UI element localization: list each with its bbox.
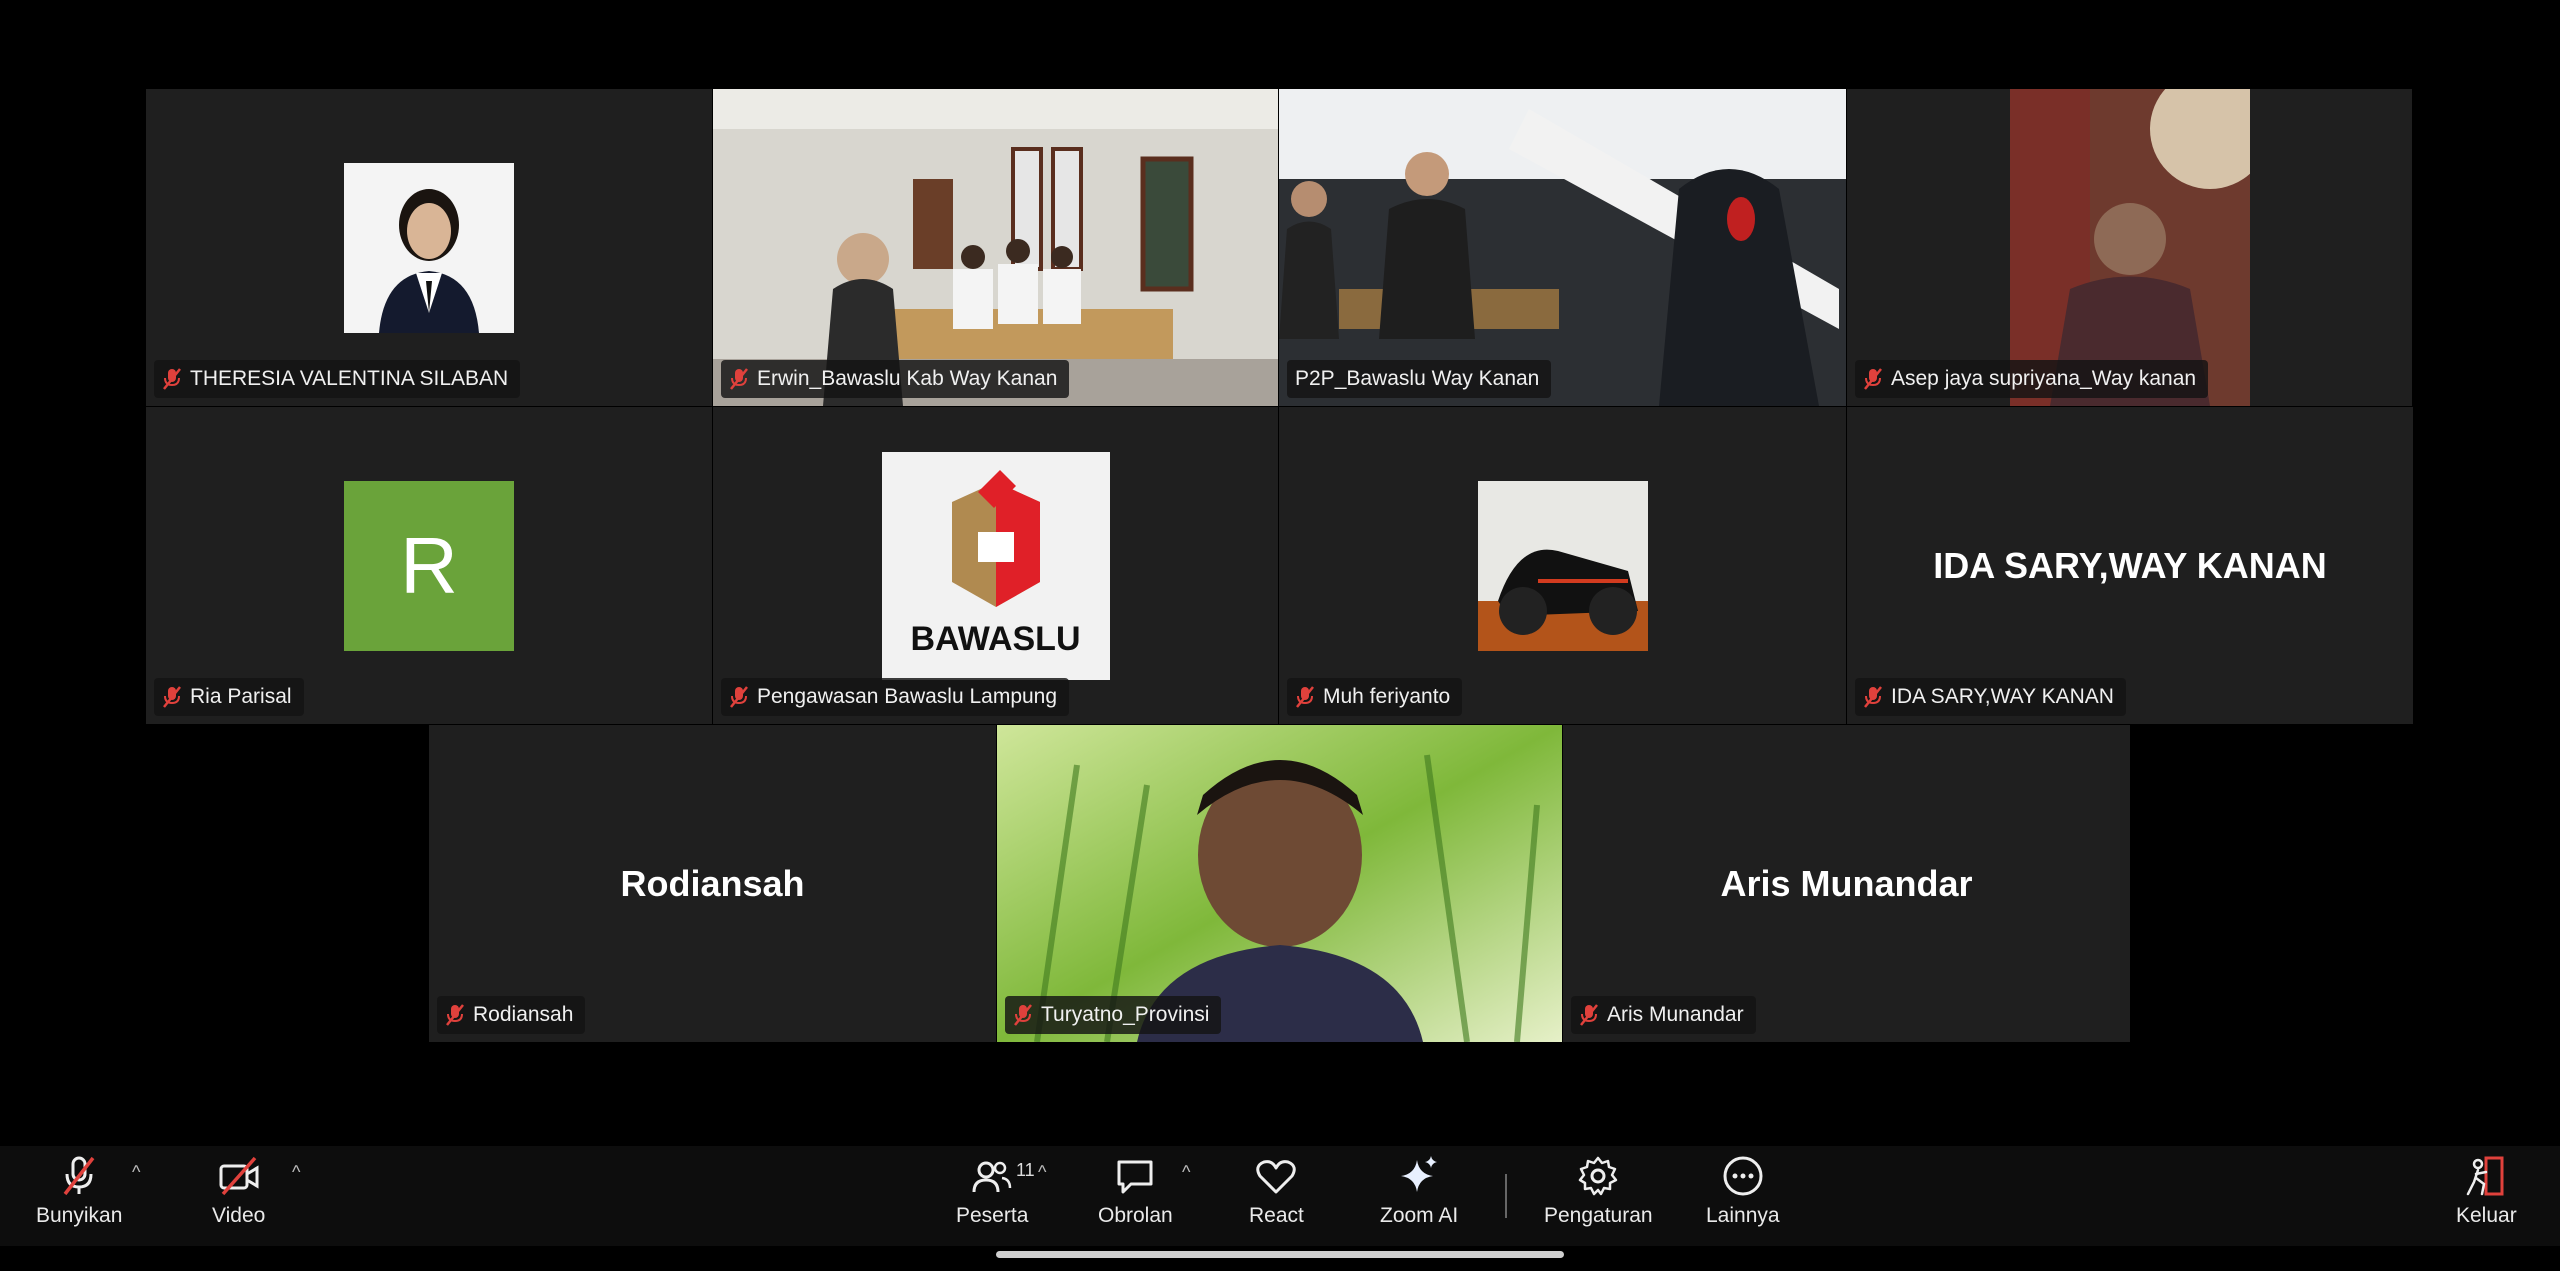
display-name: IDA SARY,WAY KANAN: [1933, 544, 2327, 586]
react-button[interactable]: React: [1249, 1154, 1304, 1228]
name-tag: IDA SARY,WAY KANAN: [1855, 678, 2126, 716]
toolbar-divider: [1505, 1174, 1507, 1218]
participant-video: [1279, 89, 1846, 406]
participant-name: Asep jaya supriyana_Way kanan: [1891, 367, 2197, 390]
participant-name: Muh feriyanto: [1323, 685, 1451, 708]
participant-name: Turyatno_Provinsi: [1041, 1003, 1210, 1026]
audio-options-chevron-icon[interactable]: ^: [132, 1162, 140, 1183]
participant-tile-p2p[interactable]: P2P_Bawaslu Way Kanan: [1279, 89, 1846, 406]
leave-button[interactable]: Keluar: [2456, 1154, 2517, 1228]
muted-mic-icon: [1014, 1004, 1032, 1026]
muted-mic-icon: [730, 368, 748, 390]
mic-off-icon: [63, 1156, 95, 1196]
participants-label: Peserta: [956, 1204, 1029, 1227]
name-tag: P2P_Bawaslu Way Kanan: [1287, 360, 1552, 398]
settings-button[interactable]: Pengaturan: [1544, 1154, 1653, 1228]
participant-tile-theresia[interactable]: THERESIA VALENTINA SILABAN: [146, 89, 712, 406]
participants-count: 11: [1016, 1160, 1035, 1180]
participant-name: Pengawasan Bawaslu Lampung: [757, 685, 1058, 708]
name-tag: Turyatno_Provinsi: [1005, 996, 1222, 1034]
muted-mic-icon: [1864, 368, 1882, 390]
muted-mic-icon: [730, 686, 748, 708]
participants-icon: [972, 1161, 1012, 1193]
name-tag: Erwin_Bawaslu Kab Way Kanan: [721, 360, 1070, 398]
meeting-toolbar: Bunyikan ^ Video ^ Peserta 11 ^ Obrolan …: [0, 1146, 2560, 1246]
sparkle-icon: [1401, 1156, 1438, 1192]
chat-button[interactable]: Obrolan: [1098, 1154, 1173, 1228]
more-icon: [1723, 1156, 1763, 1196]
leave-label: Keluar: [2456, 1204, 2517, 1227]
unmute-button[interactable]: Bunyikan: [36, 1154, 122, 1228]
display-name: Aris Munandar: [1720, 862, 1973, 904]
participant-name: Ria Parisal: [190, 685, 292, 708]
name-tag: Aris Munandar: [1571, 996, 1756, 1034]
muted-mic-icon: [163, 686, 181, 708]
muted-mic-icon: [1864, 686, 1882, 708]
display-name: Rodiansah: [620, 862, 805, 904]
chat-label: Obrolan: [1098, 1204, 1173, 1227]
bawaslu-logo-icon: [951, 469, 1040, 607]
name-tag: Asep jaya supriyana_Way kanan: [1855, 360, 2209, 398]
participant-video: [713, 89, 1278, 406]
more-label: Lainnya: [1706, 1204, 1780, 1227]
participant-photo: [1477, 480, 1648, 651]
name-tag: Rodiansah: [437, 996, 586, 1034]
initial-avatar: R: [344, 480, 514, 651]
participant-video: [2010, 89, 2250, 406]
video-label: Video: [212, 1204, 266, 1227]
avatar-initial: R: [400, 520, 458, 610]
participant-tile-rodiansah[interactable]: Rodiansah Rodiansah: [429, 725, 996, 1042]
participant-name: IDA SARY,WAY KANAN: [1891, 685, 2114, 708]
participants-options-chevron-icon[interactable]: ^: [1038, 1162, 1046, 1183]
participant-name: Rodiansah: [473, 1003, 574, 1026]
participant-name: Erwin_Bawaslu Kab Way Kanan: [757, 367, 1058, 390]
zoom-ai-label: Zoom AI: [1380, 1204, 1459, 1227]
participant-tile-turyatno[interactable]: Turyatno_Provinsi: [997, 725, 1562, 1042]
home-indicator[interactable]: [996, 1251, 1564, 1258]
participant-tile-erwin[interactable]: Erwin_Bawaslu Kab Way Kanan: [713, 89, 1278, 406]
participant-name: Aris Munandar: [1607, 1003, 1744, 1026]
zoom-ai-button[interactable]: Zoom AI: [1380, 1154, 1458, 1228]
participant-name: P2P_Bawaslu Way Kanan: [1295, 367, 1540, 390]
name-tag: THERESIA VALENTINA SILABAN: [154, 360, 521, 398]
react-label: React: [1249, 1204, 1304, 1227]
leave-icon: [2467, 1156, 2504, 1196]
participant-tile-ria[interactable]: R Ria Parisal: [146, 407, 712, 724]
muted-mic-icon: [1580, 1004, 1598, 1026]
gear-icon: [1579, 1156, 1618, 1196]
participant-tile-muh[interactable]: Muh feriyanto: [1279, 407, 1846, 724]
settings-label: Pengaturan: [1544, 1204, 1653, 1227]
bawaslu-logo: BAWASLU: [881, 451, 1110, 680]
name-tag: Pengawasan Bawaslu Lampung: [721, 678, 1070, 716]
heart-icon: [1256, 1160, 1297, 1194]
video-off-icon: [219, 1156, 259, 1196]
chat-options-chevron-icon[interactable]: ^: [1182, 1162, 1190, 1183]
participant-tile-pengawasan[interactable]: BAWASLU Pengawasan Bawaslu Lampung: [713, 407, 1278, 724]
name-tag: Muh feriyanto: [1287, 678, 1463, 716]
video-options-chevron-icon[interactable]: ^: [292, 1162, 300, 1183]
video-button[interactable]: Video: [212, 1154, 265, 1228]
muted-mic-icon: [163, 368, 181, 390]
muted-mic-icon: [446, 1004, 464, 1026]
participant-name: THERESIA VALENTINA SILABAN: [190, 367, 509, 390]
participant-tile-ida[interactable]: IDA SARY,WAY KANAN IDA SARY,WAY KANAN: [1847, 407, 2413, 724]
more-button[interactable]: Lainnya: [1706, 1154, 1780, 1228]
muted-mic-icon: [1296, 686, 1314, 708]
participant-tile-asep[interactable]: Asep jaya supriyana_Way kanan: [1847, 89, 2412, 406]
participant-photo: [344, 162, 514, 333]
name-tag: Ria Parisal: [154, 678, 304, 716]
participant-tile-aris[interactable]: Aris Munandar Aris Munandar: [1563, 725, 2130, 1042]
participant-video: [997, 725, 1562, 1042]
unmute-label: Bunyikan: [36, 1204, 123, 1227]
logo-text: BAWASLU: [910, 619, 1081, 658]
chat-icon: [1117, 1160, 1153, 1194]
